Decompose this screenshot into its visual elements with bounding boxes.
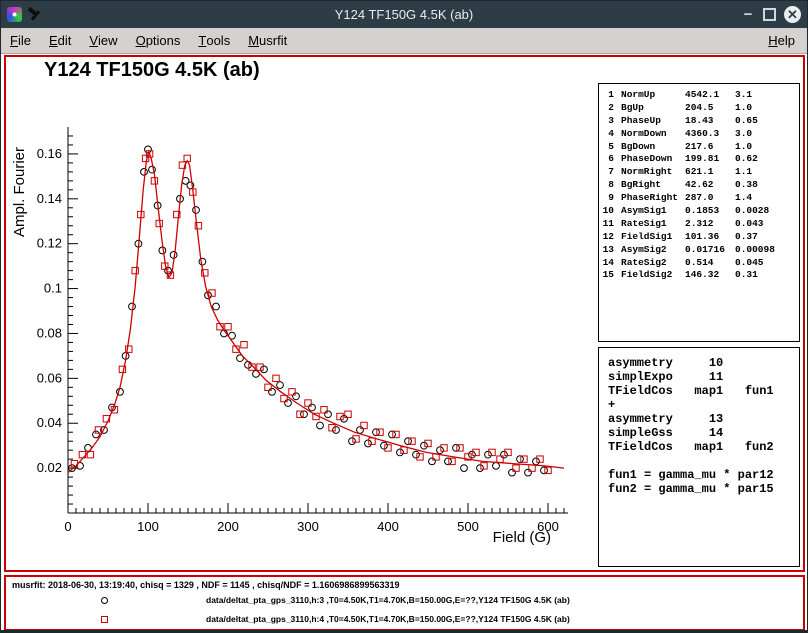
- minimize-button[interactable]: −: [741, 8, 755, 22]
- legend-circle-marker: [101, 597, 108, 604]
- param-row-2: 2BgUp204.51.0: [599, 102, 799, 115]
- musrfit-app-icon: [7, 7, 22, 22]
- svg-text:500: 500: [457, 519, 479, 534]
- menu-help[interactable]: Help: [758, 28, 805, 53]
- close-button[interactable]: ✕: [784, 6, 801, 23]
- menubar: FileEditViewOptionsToolsMusrfit Help: [1, 28, 807, 54]
- plot-svg[interactable]: 01002003004005006000.020.040.060.080.10.…: [8, 105, 598, 568]
- hammer-icon: [27, 7, 42, 22]
- svg-text:300: 300: [297, 519, 319, 534]
- fit-info-text: musrfit: 2018-06-30, 13:19:40, chisq = 1…: [12, 580, 399, 590]
- svg-text:100: 100: [137, 519, 159, 534]
- menu-options[interactable]: Options: [127, 28, 190, 53]
- menu-view[interactable]: View: [80, 28, 126, 53]
- param-row-7: 7NormRight621.11.1: [599, 166, 799, 179]
- param-row-13: 13AsymSig20.017160.00098: [599, 244, 799, 257]
- y-axis-title: Ampl. Fourier: [11, 147, 28, 237]
- param-row-5: 5BgDown217.61.0: [599, 141, 799, 154]
- legend-row-1: data/deltat_pta_gps_3110,h:3 ,T0=4.50K,T…: [6, 593, 803, 609]
- param-row-8: 8BgRight42.620.38: [599, 179, 799, 192]
- param-row-9: 9PhaseRight287.01.4: [599, 192, 799, 205]
- param-row-3: 3PhaseUp18.430.65: [599, 115, 799, 128]
- svg-text:0: 0: [64, 519, 71, 534]
- svg-text:0.16: 0.16: [37, 146, 62, 161]
- maximize-button[interactable]: [763, 8, 776, 21]
- param-row-14: 14RateSig20.5140.045: [599, 257, 799, 270]
- fit-curve: [68, 152, 564, 473]
- menu-items: FileEditViewOptionsToolsMusrfit: [1, 28, 296, 53]
- menu-tools[interactable]: Tools: [189, 28, 239, 53]
- svg-text:0.04: 0.04: [37, 415, 62, 430]
- info-pad: musrfit: 2018-06-30, 13:19:40, chisq = 1…: [4, 575, 805, 631]
- y-axis: 0.02 0.04 0.06 0.08 0.1 0.12 0.14 0.16: [37, 127, 78, 513]
- main-canvas-pad[interactable]: Y124 TF150G 4.5K (ab) 010020030040050060…: [4, 55, 805, 572]
- svg-text:0.08: 0.08: [37, 325, 62, 340]
- svg-text:0.14: 0.14: [37, 191, 62, 206]
- svg-text:0.1: 0.1: [44, 281, 62, 296]
- series-circle-markers: [69, 146, 548, 476]
- app-window: Y124 TF150G 4.5K (ab) − ✕ FileEditViewOp…: [0, 0, 808, 633]
- svg-text:200: 200: [217, 519, 239, 534]
- menu-file[interactable]: File: [1, 28, 40, 53]
- plot-title: Y124 TF150G 4.5K (ab): [44, 59, 260, 82]
- svg-text:0.02: 0.02: [37, 460, 62, 475]
- legend-label: data/deltat_pta_gps_3110,h:3 ,T0=4.50K,T…: [206, 595, 570, 605]
- series-square-markers: [71, 151, 551, 474]
- x-axis-title: Field (G): [493, 529, 551, 546]
- legend-square-marker: [101, 616, 108, 623]
- titlebar[interactable]: Y124 TF150G 4.5K (ab) − ✕: [1, 1, 807, 28]
- theory-box: asymmetry 10 simplExpo 11 TFieldCos map1…: [598, 347, 800, 567]
- svg-text:400: 400: [377, 519, 399, 534]
- legend-row-2: data/deltat_pta_gps_3110,h:4 ,T0=4.50K,T…: [6, 612, 803, 628]
- fit-parameter-box: 1NormUp4542.13.12BgUp204.51.03PhaseUp18.…: [598, 83, 800, 342]
- menu-musrfit[interactable]: Musrfit: [239, 28, 296, 53]
- param-row-4: 4NormDown4360.33.0: [599, 128, 799, 141]
- param-row-12: 12FieldSig1101.360.37: [599, 231, 799, 244]
- legend-label: data/deltat_pta_gps_3110,h:4 ,T0=4.50K,T…: [206, 614, 570, 624]
- window-title: Y124 TF150G 4.5K (ab): [1, 7, 807, 22]
- param-row-1: 1NormUp4542.13.1: [599, 89, 799, 102]
- param-row-15: 15FieldSig2146.320.31: [599, 269, 799, 282]
- svg-text:0.12: 0.12: [37, 236, 62, 251]
- param-row-11: 11RateSig12.3120.043: [599, 218, 799, 231]
- param-row-6: 6PhaseDown199.810.62: [599, 153, 799, 166]
- menu-edit[interactable]: Edit: [40, 28, 80, 53]
- svg-text:0.06: 0.06: [37, 370, 62, 385]
- param-row-10: 10AsymSig10.18530.0028: [599, 205, 799, 218]
- theory-text: asymmetry 10 simplExpo 11 TFieldCos map1…: [599, 348, 799, 496]
